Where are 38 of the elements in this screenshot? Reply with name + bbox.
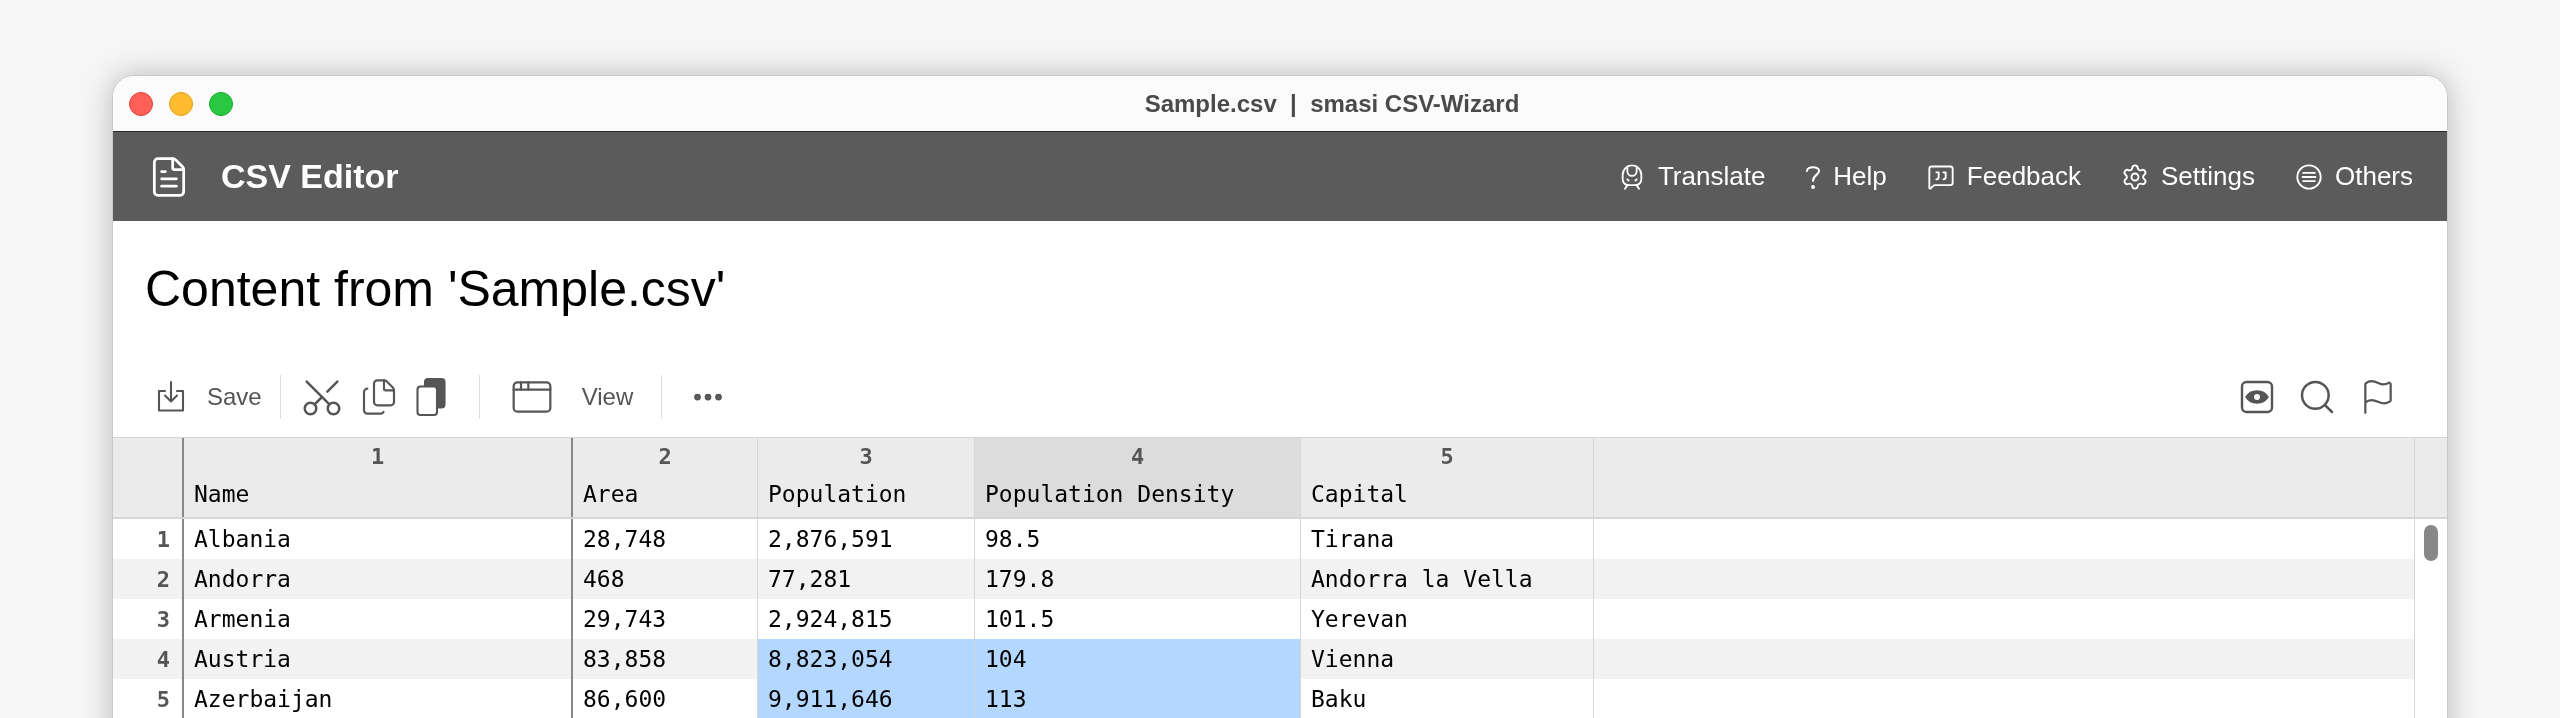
table-cell[interactable]: 8,823,054	[758, 639, 975, 679]
zoom-button[interactable]	[209, 91, 233, 116]
table-cell[interactable]: 9,911,646	[758, 679, 975, 718]
close-button[interactable]	[129, 91, 153, 116]
menu-item[interactable]: Help	[1805, 157, 1887, 196]
row-number: 5	[156, 685, 170, 714]
table-cell[interactable]: Azerbaijan	[184, 679, 573, 718]
window-title: Sample.csv | smasi CSV-Wizard	[1144, 88, 1520, 119]
list-circle-icon	[2294, 162, 2323, 191]
app-title: CSV Editor	[221, 156, 399, 197]
row-number: 3	[156, 605, 170, 634]
column-number: 2	[658, 443, 672, 471]
eye-icon[interactable]	[2239, 379, 2275, 415]
page-heading: Content from 'Sample.csv'	[145, 259, 726, 319]
row-number: 1	[156, 525, 170, 554]
table-cell[interactable]: 104	[975, 639, 1301, 679]
table-cell[interactable]: Baku	[1301, 679, 1594, 718]
row-number: 2	[156, 565, 170, 594]
view-button[interactable]: View	[509, 375, 634, 419]
settings-icon	[2121, 162, 2149, 191]
table-cell[interactable]: 113	[975, 679, 1301, 718]
column-name: Capital	[1311, 480, 1409, 509]
menu-item[interactable]: Settings	[2121, 157, 2255, 196]
menu-item[interactable]: Translate	[1617, 157, 1766, 196]
column-number: 3	[859, 443, 873, 471]
column-name: Population	[768, 480, 908, 509]
scrollbar-thumb[interactable]	[2424, 525, 2438, 561]
column-number: 1	[370, 443, 385, 471]
row-number: 4	[156, 645, 170, 674]
column-number: 5	[1440, 443, 1454, 471]
column-name: Area	[583, 480, 640, 509]
column-name: Name	[194, 480, 251, 509]
menu-item[interactable]: Feedback	[1926, 157, 2081, 196]
column-number: 4	[1130, 443, 1145, 471]
column-header[interactable]: 4 Population Density	[975, 438, 1301, 517]
save-button[interactable]: Save	[153, 379, 262, 415]
menu-item[interactable]: Others	[2294, 157, 2413, 196]
column-name: Population Density	[985, 480, 1236, 509]
